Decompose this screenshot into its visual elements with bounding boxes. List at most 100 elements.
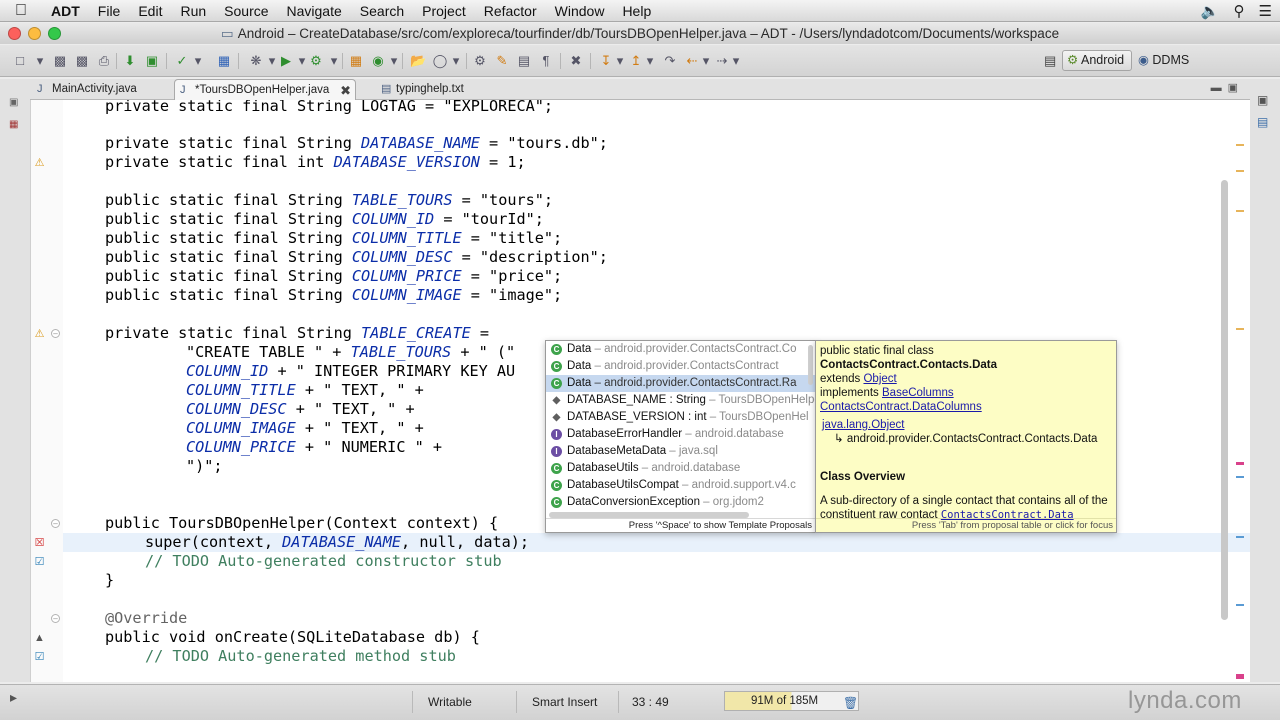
run-icon[interactable]: ▶: [278, 53, 294, 69]
overview-warning-mark[interactable]: [1236, 328, 1244, 330]
proposal-item[interactable]: C Data – android.provider.ContactsContrac…: [546, 341, 815, 358]
debug-icon[interactable]: ❋: [248, 53, 264, 69]
overview-warning-mark[interactable]: [1236, 144, 1244, 146]
search-icon[interactable]: ◯: [432, 53, 448, 69]
window-close-button[interactable]: [8, 27, 21, 40]
print-icon[interactable]: ⎙: [96, 53, 112, 69]
javadoc-popup[interactable]: public static final class ContactsContra…: [815, 340, 1117, 533]
open-type-icon[interactable]: 📂: [410, 53, 426, 69]
override-marker-icon[interactable]: ▲: [33, 632, 46, 645]
menu-help[interactable]: Help: [613, 3, 660, 19]
menu-window[interactable]: Window: [546, 3, 614, 19]
overview-task-mark[interactable]: [1236, 604, 1244, 606]
proposal-item[interactable]: ◆ DATABASE_NAME : String – ToursDBOpenHel…: [546, 392, 815, 409]
block-selection-icon[interactable]: ¶: [538, 53, 554, 69]
menu-run[interactable]: Run: [171, 3, 215, 19]
heap-status[interactable]: 91M of 185M 🗑: [724, 691, 859, 711]
new-java-class-icon[interactable]: ◉: [370, 53, 386, 69]
menu-search[interactable]: Search: [351, 3, 413, 19]
new-class-dropdown-icon[interactable]: ▾: [386, 53, 402, 69]
perspective-android-button[interactable]: ⚙ Android: [1062, 50, 1132, 71]
overview-error-mark[interactable]: [1236, 462, 1244, 465]
last-edit-location-icon[interactable]: ↷: [662, 53, 678, 69]
toggle-breadcrumb-icon[interactable]: ⚙: [472, 53, 488, 69]
proposal-item[interactable]: C DatabaseUtils – android.database: [546, 460, 815, 477]
proposal-item[interactable]: C DataConversionException – org.jdom2: [546, 494, 815, 511]
spotlight-search-icon[interactable]: ⚲: [1234, 2, 1245, 20]
fold-toggle-icon[interactable]: –: [51, 519, 60, 528]
volume-icon[interactable]: 🔈: [1201, 2, 1220, 20]
menu-source[interactable]: Source: [215, 3, 277, 19]
proposal-item[interactable]: C Data – android.provider.ContactsContrac…: [546, 358, 815, 375]
menu-app[interactable]: ADT: [42, 3, 89, 19]
menu-project[interactable]: Project: [413, 3, 475, 19]
doc-extends-link[interactable]: Object: [863, 373, 896, 385]
show-whitespace-icon[interactable]: ▤: [516, 53, 532, 69]
external-tools-dropdown-icon[interactable]: ▾: [326, 53, 342, 69]
previous-annotation-dropdown-icon[interactable]: ▾: [642, 53, 658, 69]
menu-navigate[interactable]: Navigate: [278, 3, 351, 19]
pin-editor-icon[interactable]: ✖: [568, 53, 584, 69]
android-avd-manager-icon[interactable]: ▣: [144, 53, 160, 69]
next-annotation-dropdown-icon[interactable]: ▾: [612, 53, 628, 69]
fold-toggle-icon[interactable]: –: [51, 329, 60, 338]
content-assist-popup[interactable]: C Data – android.provider.ContactsContrac…: [545, 340, 816, 533]
restore-view-icon[interactable]: ▣: [9, 97, 21, 109]
new-java-package-icon[interactable]: ▦: [348, 53, 364, 69]
outline-view-icon[interactable]: ▤: [1257, 115, 1268, 129]
new-android-project-icon[interactable]: ▦: [216, 53, 232, 69]
lint-check-icon[interactable]: ✓: [174, 53, 190, 69]
fold-toggle-icon[interactable]: –: [51, 614, 60, 623]
minimize-maximize-icon[interactable]: ▬▣: [1211, 81, 1244, 94]
proposal-item[interactable]: ◆ DATABASE_VERSION : int – ToursDBOpenHel: [546, 409, 815, 426]
warning-marker-icon[interactable]: ⚠: [33, 328, 46, 341]
new-icon[interactable]: □: [12, 53, 28, 69]
garbage-collect-icon[interactable]: 🗑: [843, 694, 858, 712]
proposal-item-selected[interactable]: C Data – android.provider.ContactsContrac…: [546, 375, 815, 392]
error-marker-icon[interactable]: ☒: [33, 537, 46, 550]
tab-typinghelp[interactable]: ▤ typinghelp.txt: [376, 79, 496, 100]
overview-task-mark[interactable]: [1236, 476, 1244, 478]
external-tools-icon[interactable]: ⚙: [308, 53, 324, 69]
warning-marker-icon[interactable]: ⚠: [33, 157, 46, 170]
tab-mainactivity[interactable]: J MainActivity.java: [32, 79, 174, 100]
restore-outline-icon[interactable]: ▣: [1257, 93, 1268, 107]
proposal-vertical-scrollbar[interactable]: [808, 345, 813, 385]
doc-hierarchy-root-link[interactable]: java.lang.Object: [822, 419, 904, 431]
overview-warning-mark[interactable]: [1236, 210, 1244, 212]
menu-file[interactable]: File: [89, 3, 130, 19]
lint-dropdown-icon[interactable]: ▾: [190, 53, 206, 69]
open-perspective-icon[interactable]: ▤: [1044, 53, 1056, 69]
android-sdk-manager-icon[interactable]: ⬇: [122, 53, 138, 69]
list-menu-icon[interactable]: ☰: [1259, 2, 1272, 20]
open-icon[interactable]: ▾: [32, 53, 48, 69]
perspective-ddms-button[interactable]: ◉ DDMS: [1136, 50, 1196, 71]
save-icon[interactable]: ▩: [52, 53, 68, 69]
back-dropdown-icon[interactable]: ▾: [698, 53, 714, 69]
toggle-mark-occurrences-icon[interactable]: ✎: [494, 53, 510, 69]
overview-error-summary[interactable]: [1236, 674, 1244, 679]
proposal-item[interactable]: I DatabaseMetaData – java.sql: [546, 443, 815, 460]
tab-toursdbopenhelper[interactable]: J *ToursDBOpenHelper.java ✖: [174, 79, 356, 100]
overview-warning-mark[interactable]: [1236, 170, 1244, 172]
menu-refactor[interactable]: Refactor: [475, 3, 546, 19]
proposal-item[interactable]: I DatabaseErrorHandler – android.database: [546, 426, 815, 443]
forward-dropdown-icon[interactable]: ▾: [728, 53, 744, 69]
proposal-item[interactable]: C DatabaseUtilsCompat – android.support.v…: [546, 477, 815, 494]
menu-edit[interactable]: Edit: [129, 3, 171, 19]
proposal-list[interactable]: C Data – android.provider.ContactsContrac…: [546, 341, 815, 511]
fast-view-icon[interactable]: ▸: [10, 689, 17, 706]
package-explorer-icon[interactable]: ▦: [9, 119, 21, 131]
window-zoom-button[interactable]: [48, 27, 61, 40]
apple-menu-icon[interactable]: : [0, 2, 42, 20]
save-all-icon[interactable]: ▩: [74, 53, 90, 69]
task-marker-icon[interactable]: ☑: [33, 556, 46, 569]
search-dropdown-icon[interactable]: ▾: [448, 53, 464, 69]
doc-implements-link[interactable]: ContactsContract.DataColumns: [820, 401, 982, 413]
editor-vertical-scrollbar[interactable]: [1221, 180, 1228, 620]
task-marker-icon[interactable]: ☑: [33, 651, 46, 664]
overview-task-mark[interactable]: [1236, 536, 1244, 538]
doc-implements-link[interactable]: BaseColumns: [882, 387, 954, 399]
window-minimize-button[interactable]: [28, 27, 41, 40]
close-tab-icon[interactable]: ✖: [340, 80, 351, 101]
